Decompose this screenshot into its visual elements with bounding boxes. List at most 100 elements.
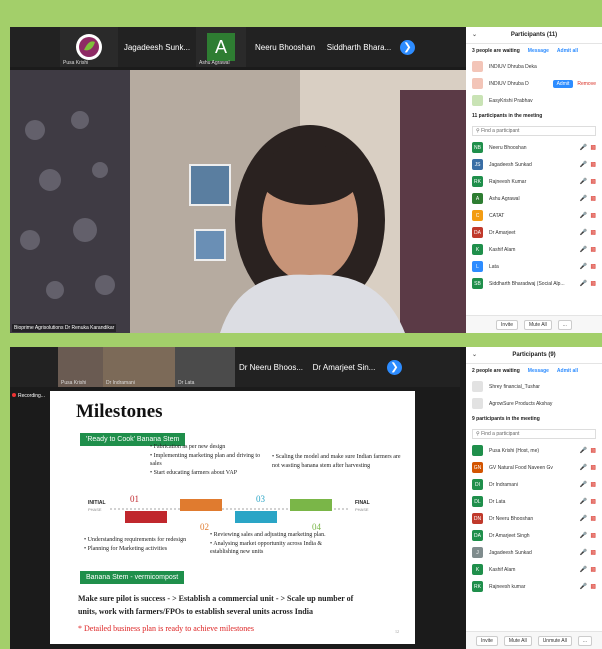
- video-off-icon[interactable]: ▩: [590, 246, 596, 253]
- video-off-icon[interactable]: ▩: [590, 549, 596, 556]
- video-off-icon[interactable]: ▩: [590, 280, 596, 287]
- microphone-icon[interactable]: 🎤: [580, 229, 587, 236]
- remove-button[interactable]: Remove: [577, 81, 596, 87]
- participant-row[interactable]: DI Dr Indramani 🎤 ▩: [466, 476, 602, 493]
- waiting-row[interactable]: INDIUV Dhruba Deka: [466, 58, 602, 75]
- microphone-icon[interactable]: 🎤: [580, 549, 587, 556]
- video-off-icon[interactable]: ▩: [590, 229, 596, 236]
- participant-row[interactable]: GN GV Natural Food Naveen Gv 🎤 ▩: [466, 459, 602, 476]
- more-button[interactable]: ...: [577, 635, 593, 646]
- participant-row[interactable]: J Jagadeesh Sunkad 🎤 ▩: [466, 544, 602, 561]
- video-off-icon[interactable]: ▩: [590, 195, 596, 202]
- participant-row[interactable]: Pusa Krishi (Host, me) 🎤 ▩: [466, 442, 602, 459]
- more-button[interactable]: ...: [557, 319, 572, 330]
- tile-name: Neeru Bhooshan: [254, 42, 316, 52]
- in-meeting-header: 9 participants in the meeting: [466, 412, 602, 426]
- bullet: Reviewing sales and adjusting marketing …: [210, 531, 340, 540]
- avatar: JS: [472, 159, 483, 170]
- participant-row[interactable]: K Kashif Alam 🎤 ▩: [466, 561, 602, 578]
- microphone-icon[interactable]: 🎤: [580, 246, 587, 253]
- microphone-icon[interactable]: 🎤: [580, 447, 587, 454]
- microphone-icon[interactable]: 🎤: [580, 212, 587, 219]
- microphone-icon[interactable]: 🎤: [580, 566, 587, 573]
- admit-button[interactable]: Admit: [552, 79, 574, 88]
- participant-row[interactable]: RK Rajneesh kumar 🎤 ▩: [466, 578, 602, 595]
- avatar: DA: [472, 227, 483, 238]
- video-off-icon[interactable]: ▩: [590, 566, 596, 573]
- video-tile[interactable]: Neeru Bhooshan: [246, 27, 324, 67]
- participant-row[interactable]: L Lata 🎤 ▩: [466, 258, 602, 275]
- video-off-icon[interactable]: ▩: [590, 263, 596, 270]
- microphone-icon[interactable]: 🎤: [580, 583, 587, 590]
- microphone-icon[interactable]: 🎤: [580, 280, 587, 287]
- microphone-icon[interactable]: 🎤: [580, 481, 587, 488]
- message-button[interactable]: Message: [528, 48, 549, 54]
- video-tile[interactable]: Dr Neeru Bhoos...: [235, 347, 307, 387]
- waiting-row[interactable]: INDIUV Dhruba D Admit Remove: [466, 75, 602, 92]
- recording-indicator[interactable]: Recording...: [10, 391, 50, 401]
- find-participant-input[interactable]: ⚲ Find a participant: [472, 126, 596, 136]
- chevron-down-icon[interactable]: ⌄: [472, 351, 477, 358]
- participant-row[interactable]: DN Dr Neeru Bhooshan 🎤 ▩: [466, 510, 602, 527]
- chevron-right-icon[interactable]: ❯: [387, 359, 402, 375]
- participant-name: Lata: [489, 263, 499, 270]
- avatar-initials: DA: [474, 229, 481, 236]
- video-off-icon[interactable]: ▩: [590, 515, 596, 522]
- avatar-initials: K: [475, 246, 480, 253]
- admit-all-button[interactable]: Admit all: [557, 368, 578, 374]
- mute-all-button[interactable]: Mute All: [503, 635, 532, 646]
- waiting-row[interactable]: AgrowSure Products Akshay: [466, 395, 602, 412]
- video-off-icon[interactable]: ▩: [590, 447, 596, 454]
- bottom-meeting-window: Pusa Krishi Dr Indramani Dr Lata Dr Neer…: [10, 347, 602, 649]
- admit-all-button[interactable]: Admit all: [557, 48, 578, 54]
- participant-row[interactable]: DA Dr Amarjeet 🎤 ▩: [466, 224, 602, 241]
- participant-row[interactable]: SB Siddharth Bharadwaj (Social Alp... 🎤 ▩: [466, 275, 602, 292]
- microphone-icon[interactable]: 🎤: [580, 464, 587, 471]
- participant-row[interactable]: A Ashu Agrawal 🎤 ▩: [466, 190, 602, 207]
- chevron-right-icon[interactable]: ❯: [400, 39, 415, 55]
- participant-row[interactable]: K Kashif Alam 🎤 ▩: [466, 241, 602, 258]
- microphone-icon[interactable]: 🎤: [580, 263, 587, 270]
- participant-row[interactable]: RK Rajneesh Kumar 🎤 ▩: [466, 173, 602, 190]
- participant-row[interactable]: C CATAT 🎤 ▩: [466, 207, 602, 224]
- mute-all-button[interactable]: Mute All: [523, 319, 552, 330]
- video-off-icon[interactable]: ▩: [590, 212, 596, 219]
- video-off-icon[interactable]: ▩: [590, 498, 596, 505]
- microphone-icon[interactable]: 🎤: [580, 532, 587, 539]
- microphone-icon[interactable]: 🎤: [580, 195, 587, 202]
- video-off-icon[interactable]: ▩: [590, 583, 596, 590]
- unmute-all-button[interactable]: Unmute All: [537, 635, 572, 646]
- microphone-icon[interactable]: 🎤: [580, 144, 587, 151]
- video-tile[interactable]: Siddharth Bhara...: [324, 27, 394, 67]
- waiting-row[interactable]: EasyKrishi Prabhav: [466, 92, 602, 109]
- video-tile[interactable]: Dr Indramani: [103, 347, 175, 387]
- video-tile[interactable]: Jagadeesh Sunk...: [118, 27, 196, 67]
- participant-row[interactable]: JS Jagadeesh Sunkad 🎤 ▩: [466, 156, 602, 173]
- invite-button[interactable]: Invite: [475, 635, 498, 646]
- video-tile[interactable]: Pusa Krishi: [60, 27, 118, 67]
- waiting-count: 2 people are waiting: [472, 368, 520, 374]
- video-tile[interactable]: Pusa Krishi: [58, 347, 103, 387]
- participant-row[interactable]: NB Neeru Bhooshan 🎤 ▩: [466, 139, 602, 156]
- video-off-icon[interactable]: ▩: [590, 464, 596, 471]
- video-off-icon[interactable]: ▩: [590, 178, 596, 185]
- message-button[interactable]: Message: [528, 368, 549, 374]
- waiting-row[interactable]: Shrey financial_Tushar: [466, 378, 602, 395]
- participant-row[interactable]: DL Dr Lata 🎤 ▩: [466, 493, 602, 510]
- video-off-icon[interactable]: ▩: [590, 144, 596, 151]
- microphone-icon[interactable]: 🎤: [580, 178, 587, 185]
- microphone-icon[interactable]: 🎤: [580, 498, 587, 505]
- video-tile[interactable]: Dr Lata: [175, 347, 235, 387]
- video-off-icon[interactable]: ▩: [590, 532, 596, 539]
- microphone-icon[interactable]: 🎤: [580, 161, 587, 168]
- avatar: [472, 95, 483, 106]
- microphone-icon[interactable]: 🎤: [580, 515, 587, 522]
- video-off-icon[interactable]: ▩: [590, 481, 596, 488]
- video-off-icon[interactable]: ▩: [590, 161, 596, 168]
- invite-button[interactable]: Invite: [496, 319, 518, 330]
- video-tile[interactable]: Dr Amarjeet Sin...: [307, 347, 381, 387]
- video-tile[interactable]: A Ashu Agrawal: [196, 27, 246, 67]
- find-participant-input[interactable]: ⚲ Find a participant: [472, 429, 596, 439]
- chevron-down-icon[interactable]: ⌄: [472, 31, 477, 38]
- participant-row[interactable]: DA Dr Amarjeet Singh 🎤 ▩: [466, 527, 602, 544]
